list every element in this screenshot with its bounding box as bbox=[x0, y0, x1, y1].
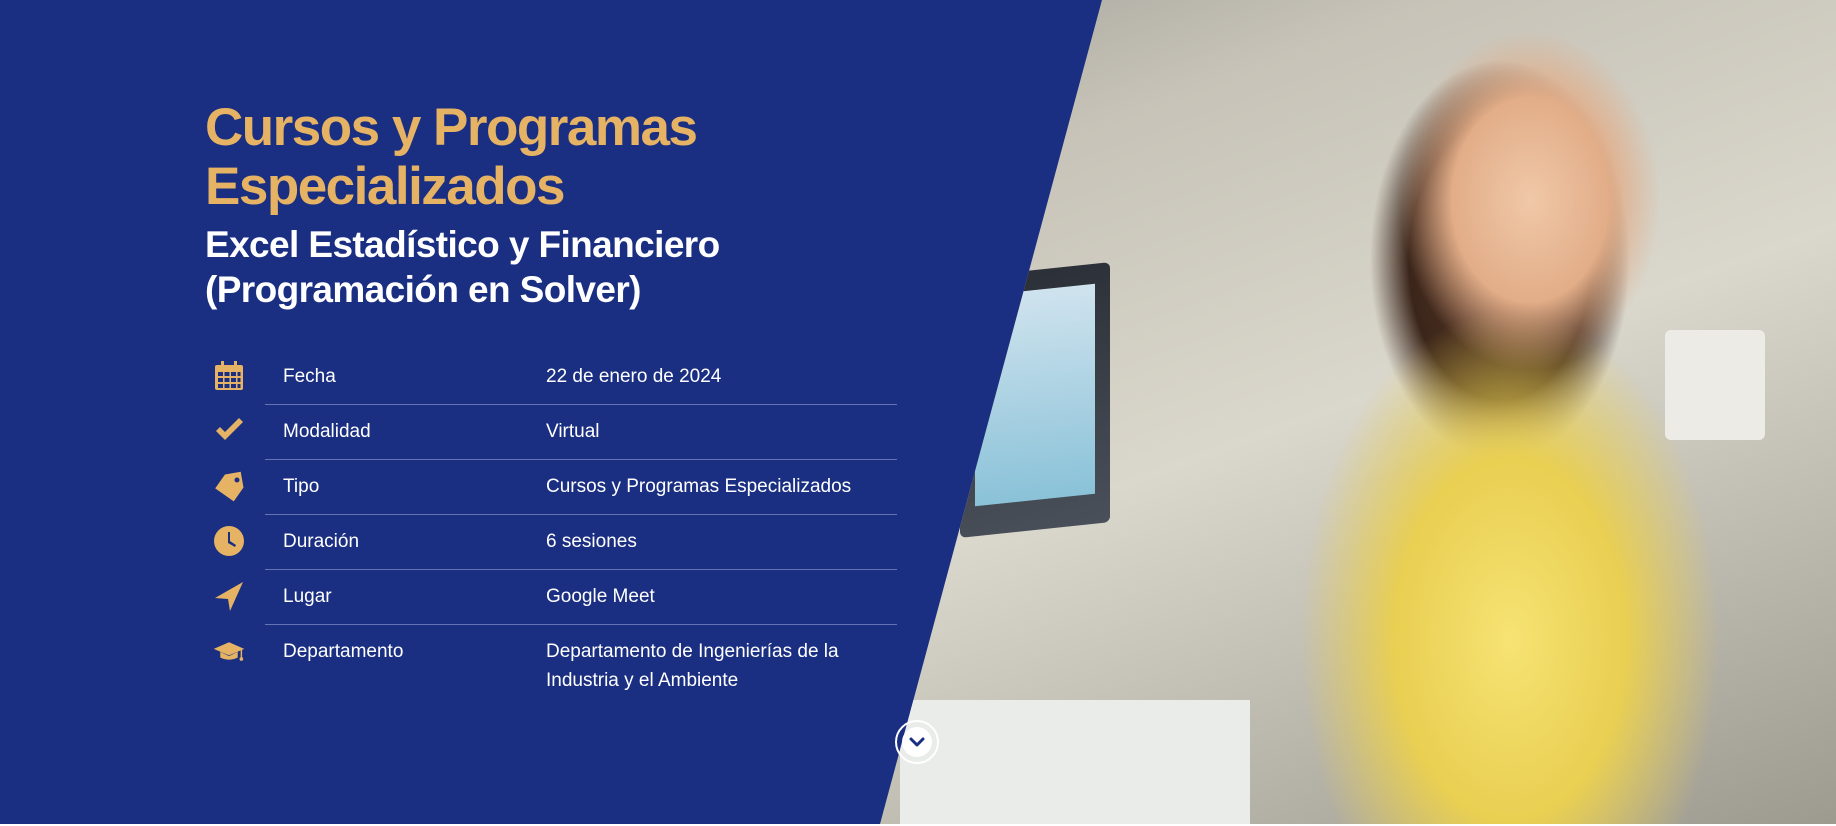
detail-row-lugar: Lugar Google Meet bbox=[205, 570, 897, 625]
detail-value: Cursos y Programas Especializados bbox=[546, 476, 852, 497]
paper-shape bbox=[900, 700, 1250, 824]
hero-content: Cursos y Programas Especializados Excel … bbox=[205, 98, 905, 708]
detail-label: Modalidad bbox=[283, 421, 371, 442]
detail-row-duracion: Duración 6 sesiones bbox=[205, 515, 897, 570]
detail-value: 22 de enero de 2024 bbox=[546, 366, 722, 387]
location-arrow-icon bbox=[213, 580, 245, 612]
course-subtitle: Excel Estadístico y Financiero (Programa… bbox=[205, 224, 720, 310]
chevron-down-icon bbox=[902, 727, 932, 757]
calendar-icon bbox=[213, 360, 245, 392]
clock-icon bbox=[213, 525, 245, 557]
graduation-cap-icon bbox=[213, 635, 245, 667]
scroll-down-button[interactable] bbox=[895, 720, 939, 764]
detail-row-modalidad: Modalidad Virtual bbox=[205, 405, 897, 460]
check-icon bbox=[213, 415, 245, 447]
laptop-screen-shape bbox=[975, 283, 1095, 507]
detail-row-tipo: Tipo Cursos y Programas Especializados bbox=[205, 460, 897, 515]
detail-label: Fecha bbox=[283, 366, 336, 387]
page-title: Cursos y Programas Especializados bbox=[205, 98, 698, 216]
course-details-list: Fecha 22 de enero de 2024 Modalidad Virt… bbox=[205, 350, 897, 708]
tag-icon bbox=[213, 470, 245, 502]
detail-row-fecha: Fecha 22 de enero de 2024 bbox=[205, 350, 897, 405]
detail-value: Google Meet bbox=[546, 586, 655, 607]
detail-label: Duración bbox=[283, 531, 360, 552]
detail-value: 6 sesiones bbox=[546, 531, 637, 552]
detail-label: Tipo bbox=[283, 476, 320, 497]
detail-label: Departamento bbox=[283, 641, 404, 662]
hero-banner: Cursos y Programas Especializados Excel … bbox=[0, 0, 1836, 824]
detail-row-departamento: Departamento Departamento de Ingenierías… bbox=[205, 625, 897, 708]
detail-label: Lugar bbox=[283, 586, 332, 607]
detail-value: Departamento de Ingenierías de la Indust… bbox=[546, 641, 839, 691]
detail-value: Virtual bbox=[546, 421, 600, 442]
outlet-shape bbox=[1665, 330, 1765, 440]
